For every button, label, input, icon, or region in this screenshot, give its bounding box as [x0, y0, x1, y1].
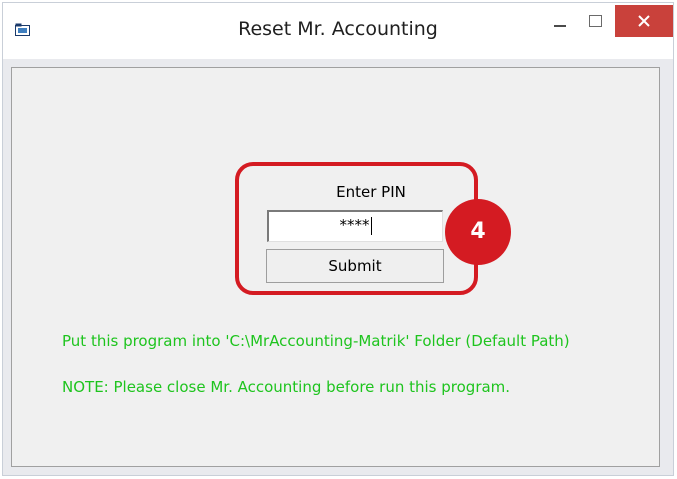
close-note: NOTE: Please close Mr. Accounting before… [62, 378, 511, 396]
step-highlight-frame [235, 162, 478, 295]
maximize-button[interactable] [581, 9, 613, 35]
step-badge: 4 [445, 199, 511, 265]
minimize-button[interactable] [540, 9, 580, 35]
title-bar[interactable]: Reset Mr. Accounting [3, 3, 673, 59]
close-icon [638, 15, 650, 27]
path-note: Put this program into 'C:\MrAccounting-M… [62, 332, 570, 350]
close-button[interactable] [615, 5, 673, 37]
